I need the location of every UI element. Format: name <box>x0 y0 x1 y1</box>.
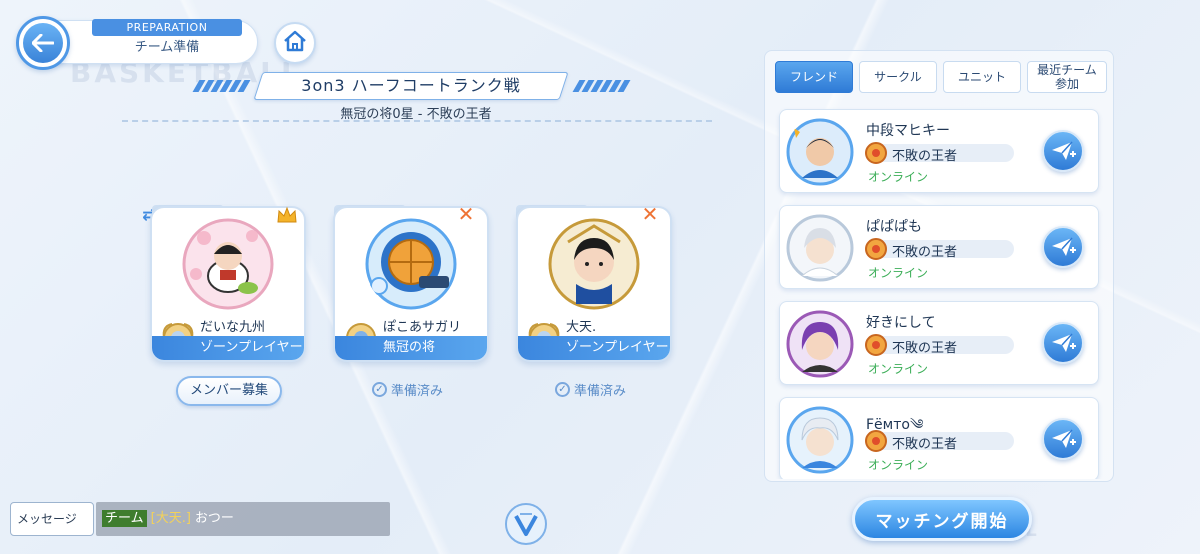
title-medal-icon <box>865 238 887 260</box>
friend-title: 不敗の王者 <box>892 245 958 260</box>
invite-button[interactable] <box>1042 130 1084 172</box>
start-matching-button[interactable]: マッチング開始 <box>852 497 1032 541</box>
friend-title: 不敗の王者 <box>892 149 958 164</box>
friend-title: 不敗の王者 <box>892 341 958 356</box>
tab-recent-team[interactable]: 最近チーム参加 <box>1027 61 1107 93</box>
friend-avatar <box>786 310 854 378</box>
title-medal-icon <box>865 334 887 356</box>
invite-button[interactable] <box>1042 418 1084 460</box>
invite-button[interactable] <box>1042 322 1084 364</box>
back-arrow-icon <box>23 23 63 63</box>
member-title: ゾーンプレイヤー <box>152 336 304 360</box>
divider <box>122 120 712 122</box>
tab-friend[interactable]: フレンド <box>775 61 853 93</box>
member-name: 大天. <box>566 320 597 335</box>
tab-circle[interactable]: サークル <box>859 61 937 93</box>
friend-name: ぱぱぱも <box>866 219 922 235</box>
team-emblem-icon[interactable] <box>504 502 548 546</box>
member-card-1[interactable]: だいな九州 ゾーンプレイヤー <box>150 206 306 362</box>
remove-member-icon[interactable]: ✕ <box>456 204 476 224</box>
friend-status: オンライン <box>868 170 929 184</box>
friend-item[interactable]: 好きにして 不敗の王者 オンライン <box>779 301 1099 385</box>
member-card-2[interactable]: ぽこあサガリ 無冠の将 <box>333 206 489 362</box>
character-portrait <box>182 218 274 310</box>
match-title: 3on3 ハーフコートランク戦 <box>301 76 521 95</box>
friend-list[interactable]: 中段マヒキー 不敗の王者 オンライン ぱぱぱも 不敗の王者 オンライン 好きにし… <box>775 103 1109 479</box>
ready-status: ✓ 準備済み <box>555 380 626 399</box>
friend-item[interactable]: Fёмтo༄ 不敗の王者 オンライン <box>779 397 1099 479</box>
leader-crown-icon <box>277 206 297 223</box>
send-invite-icon <box>1052 429 1076 448</box>
character-portrait <box>548 218 640 310</box>
friend-status: オンライン <box>868 266 929 280</box>
friend-name: 中段マヒキー <box>866 123 950 139</box>
remove-member-icon[interactable]: ✕ <box>640 204 660 224</box>
home-icon <box>283 30 307 56</box>
message-button[interactable]: メッセージ <box>10 502 94 536</box>
chat-channel: チーム <box>102 510 147 527</box>
invite-button[interactable] <box>1042 226 1084 268</box>
friend-item[interactable]: ぱぱぱも 不敗の王者 オンライン <box>779 205 1099 289</box>
title-stripes-right <box>572 80 636 92</box>
title-stripes-left <box>192 80 256 92</box>
ready-label: 準備済み <box>574 384 627 399</box>
friend-title: 不敗の王者 <box>892 437 958 452</box>
friend-status: オンライン <box>868 362 929 376</box>
friend-name: 好きにして <box>866 315 936 331</box>
home-button[interactable] <box>274 22 316 64</box>
check-icon: ✓ <box>372 382 387 397</box>
section-tag: PREPARATION <box>92 19 242 36</box>
send-invite-icon <box>1052 237 1076 256</box>
ready-status: ✓ 準備済み <box>372 380 443 399</box>
check-icon: ✓ <box>555 382 570 397</box>
section-name: チーム準備 <box>134 40 200 55</box>
character-portrait <box>365 218 457 310</box>
friend-tabs: フレンド サークル ユニット 最近チーム参加 <box>775 61 1107 93</box>
title-medal-icon <box>865 142 887 164</box>
member-title: ゾーンプレイヤー <box>518 336 670 360</box>
friend-item[interactable]: 中段マヒキー 不敗の王者 オンライン <box>779 109 1099 193</box>
member-card-3[interactable]: 大天. ゾーンプレイヤー <box>516 206 672 362</box>
send-invite-icon <box>1052 333 1076 352</box>
friend-avatar <box>786 118 854 186</box>
chat-preview[interactable]: チーム [大天.] おつー <box>96 502 390 536</box>
back-button[interactable] <box>16 16 70 70</box>
member-title: 無冠の将 <box>335 336 487 360</box>
member-name: だいな九州 <box>200 320 266 335</box>
chat-message: おつー <box>194 511 234 526</box>
friend-status: オンライン <box>868 458 929 472</box>
friend-avatar <box>786 214 854 282</box>
match-title-bar: 3on3 ハーフコートランク戦 <box>192 72 636 100</box>
tab-unit[interactable]: ユニット <box>943 61 1021 93</box>
friend-avatar <box>786 406 854 474</box>
ready-label: 準備済み <box>391 384 444 399</box>
recruit-members-button[interactable]: メンバー募集 <box>176 376 282 406</box>
friend-panel: フレンド サークル ユニット 最近チーム参加 中段マヒキー 不敗の王者 オンライ… <box>764 50 1114 482</box>
header-back-group: PREPARATION チーム準備 <box>16 16 258 70</box>
chat-sender: [大天.] <box>150 511 191 526</box>
title-medal-icon <box>865 430 887 452</box>
member-name: ぽこあサガリ <box>383 320 462 335</box>
send-invite-icon <box>1052 141 1076 160</box>
